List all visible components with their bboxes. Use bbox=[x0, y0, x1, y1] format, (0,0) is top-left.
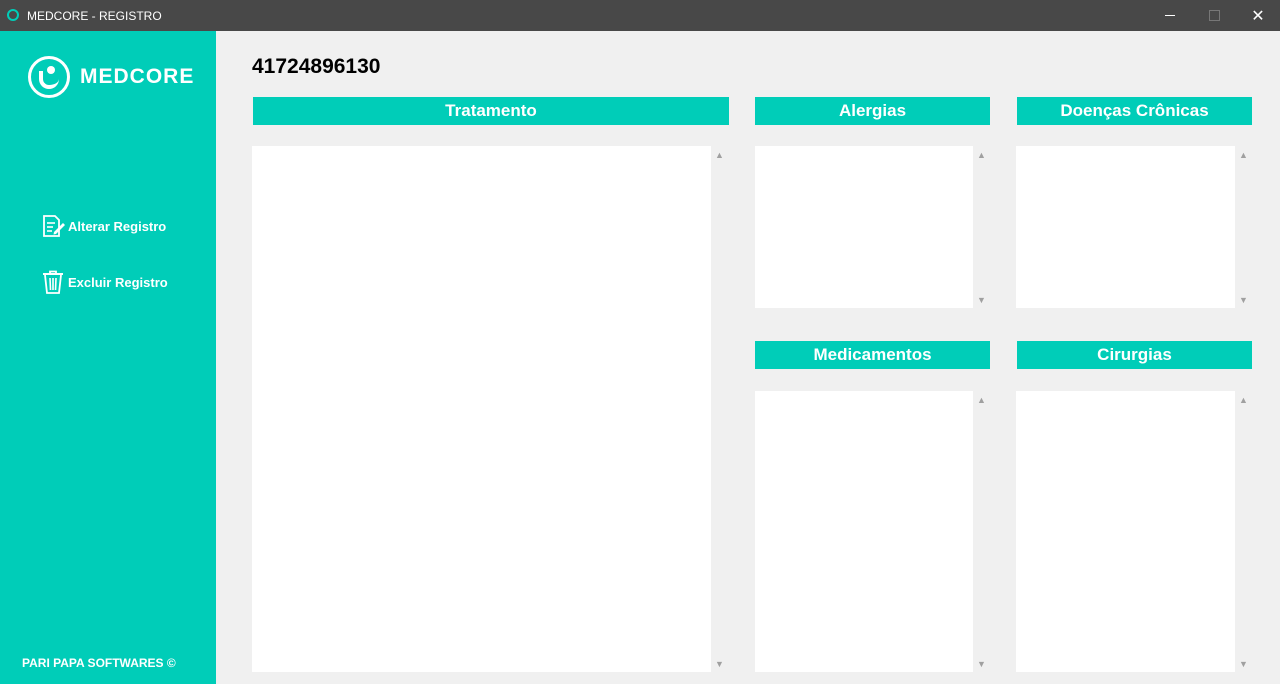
minimize-icon bbox=[1165, 15, 1175, 16]
medicamentos-textarea[interactable]: ▲ ▼ bbox=[755, 391, 990, 672]
tratamento-scrollbar[interactable]: ▲ ▼ bbox=[711, 146, 728, 672]
scroll-up-icon[interactable]: ▲ bbox=[973, 146, 990, 163]
maximize-icon bbox=[1208, 10, 1220, 21]
doencas-cronicas-scrollbar[interactable]: ▲ ▼ bbox=[1235, 146, 1252, 308]
delete-record-label: Excluir Registro bbox=[68, 274, 168, 290]
alergias-scrollbar[interactable]: ▲ ▼ bbox=[973, 146, 990, 308]
window-title-bar: MEDCORE - REGISTRO ✕ bbox=[0, 0, 1280, 31]
alergias-header: Alergias bbox=[755, 97, 990, 125]
medicamentos-scrollbar[interactable]: ▲ ▼ bbox=[973, 391, 990, 672]
scroll-down-icon[interactable]: ▼ bbox=[973, 655, 990, 672]
sidebar: MEDCORE Alterar Registro Excluir Registr… bbox=[0, 31, 216, 684]
doencas-cronicas-header: Doenças Crônicas bbox=[1017, 97, 1252, 125]
scroll-up-icon[interactable]: ▲ bbox=[711, 146, 728, 163]
scroll-up-icon[interactable]: ▲ bbox=[973, 391, 990, 408]
app-logo-icon bbox=[7, 9, 19, 21]
trash-icon bbox=[43, 270, 63, 294]
scroll-up-icon[interactable]: ▲ bbox=[1235, 146, 1252, 163]
close-button[interactable]: ✕ bbox=[1236, 0, 1280, 31]
alter-record-button[interactable]: Alterar Registro bbox=[40, 213, 166, 239]
maximize-button[interactable] bbox=[1192, 0, 1236, 31]
tratamento-textarea[interactable]: ▲ ▼ bbox=[252, 146, 728, 672]
doencas-cronicas-textarea[interactable]: ▲ ▼ bbox=[1016, 146, 1252, 308]
brand-name: MEDCORE bbox=[80, 65, 195, 88]
alter-record-label: Alterar Registro bbox=[68, 218, 167, 234]
close-icon: ✕ bbox=[1251, 7, 1265, 25]
cirurgias-header: Cirurgias bbox=[1017, 341, 1252, 369]
cirurgias-scrollbar[interactable]: ▲ ▼ bbox=[1235, 391, 1252, 672]
delete-record-button[interactable]: Excluir Registro bbox=[40, 269, 168, 295]
window-title: MEDCORE - REGISTRO bbox=[27, 9, 162, 23]
scroll-down-icon[interactable]: ▼ bbox=[1235, 291, 1252, 308]
medcore-logo-icon bbox=[28, 56, 70, 98]
minimize-button[interactable] bbox=[1148, 0, 1192, 31]
tratamento-header: Tratamento bbox=[253, 97, 729, 125]
medicamentos-header: Medicamentos bbox=[755, 341, 990, 369]
cirurgias-textarea[interactable]: ▲ ▼ bbox=[1016, 391, 1252, 672]
scroll-down-icon[interactable]: ▼ bbox=[1235, 655, 1252, 672]
footer-copyright: PARI PAPA SOFTWARES © bbox=[22, 656, 176, 670]
scroll-down-icon[interactable]: ▼ bbox=[973, 291, 990, 308]
record-id: 41724896130 bbox=[252, 55, 381, 78]
scroll-down-icon[interactable]: ▼ bbox=[711, 655, 728, 672]
scroll-up-icon[interactable]: ▲ bbox=[1235, 391, 1252, 408]
alergias-textarea[interactable]: ▲ ▼ bbox=[755, 146, 990, 308]
edit-document-icon bbox=[43, 215, 65, 237]
